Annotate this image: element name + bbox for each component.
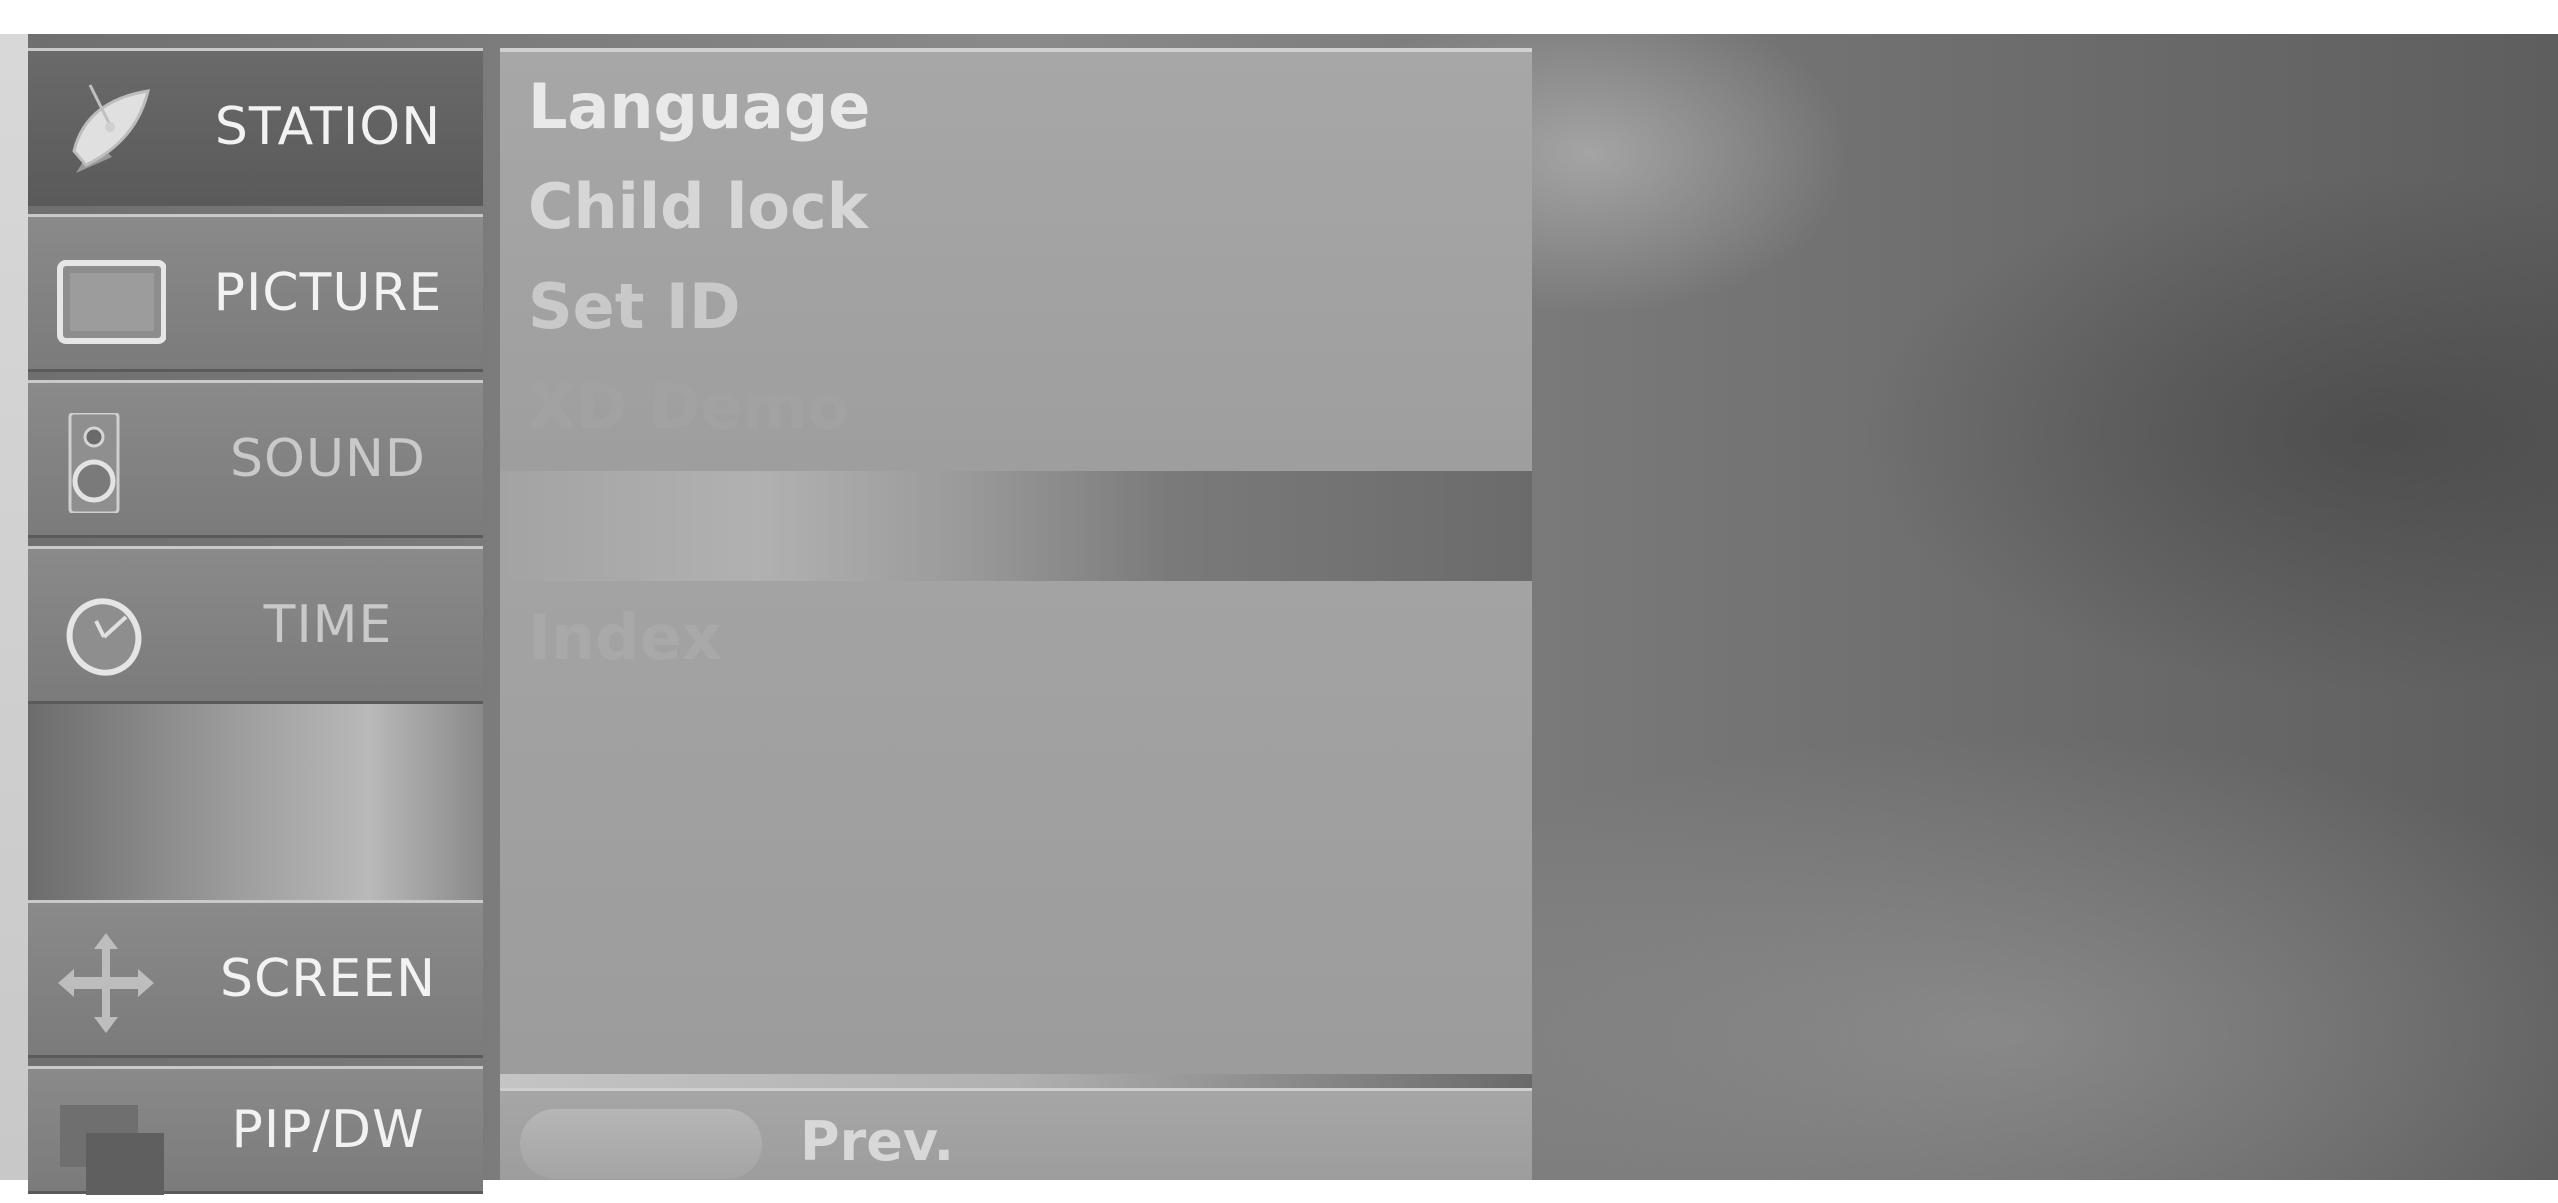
prev-button-indicator[interactable]	[520, 1109, 762, 1179]
menu-item-picture[interactable]: PICTURE	[28, 214, 483, 372]
submenu-item-xd-demo[interactable]: XD Demo	[528, 362, 850, 452]
menu-item-label: SOUND	[230, 429, 426, 489]
menu-item-time[interactable]: TIME	[28, 546, 483, 704]
menu-item-sound[interactable]: SOUND	[28, 380, 483, 538]
left-edge-strip	[0, 34, 28, 1180]
submenu-item-set-id[interactable]: Set ID	[528, 262, 740, 352]
tv-menu-screen: STATION PICTURE SOUND TIME SCREEN PIP/DW…	[0, 34, 2558, 1195]
submenu-item-child-lock[interactable]: Child lock	[528, 162, 868, 252]
submenu-item-index[interactable]: Index	[528, 593, 722, 683]
menu-item-label: PICTURE	[213, 263, 443, 323]
submenu-panel: Language Child lock Set ID XD Demo	[500, 48, 1532, 471]
clock-icon	[56, 579, 166, 679]
submenu-lower-panel: Index	[500, 581, 1532, 1074]
footer-divider	[500, 1074, 1532, 1088]
move-arrows-icon	[56, 933, 166, 1033]
submenu-item-language[interactable]: Language	[528, 62, 870, 152]
menu-item-station[interactable]: STATION	[28, 48, 483, 206]
menu-item-label: STATION	[214, 97, 442, 157]
satellite-dish-icon	[56, 81, 166, 181]
menu-item-pip-dw[interactable]: PIP/DW	[28, 1066, 483, 1195]
menu-item-screen[interactable]: SCREEN	[28, 900, 483, 1058]
sidebar-spacer	[28, 704, 483, 904]
menu-item-label: PIP/DW	[231, 1100, 425, 1160]
speaker-icon	[56, 411, 166, 515]
tv-screen-icon	[56, 247, 167, 347]
menu-item-label: SCREEN	[219, 949, 437, 1009]
footer-bar: Prev.	[500, 1088, 1532, 1180]
pip-windows-icon	[56, 1099, 166, 1199]
submenu-separator-band	[500, 471, 1532, 581]
prev-label: Prev.	[800, 1110, 955, 1173]
menu-item-label: TIME	[263, 595, 393, 655]
